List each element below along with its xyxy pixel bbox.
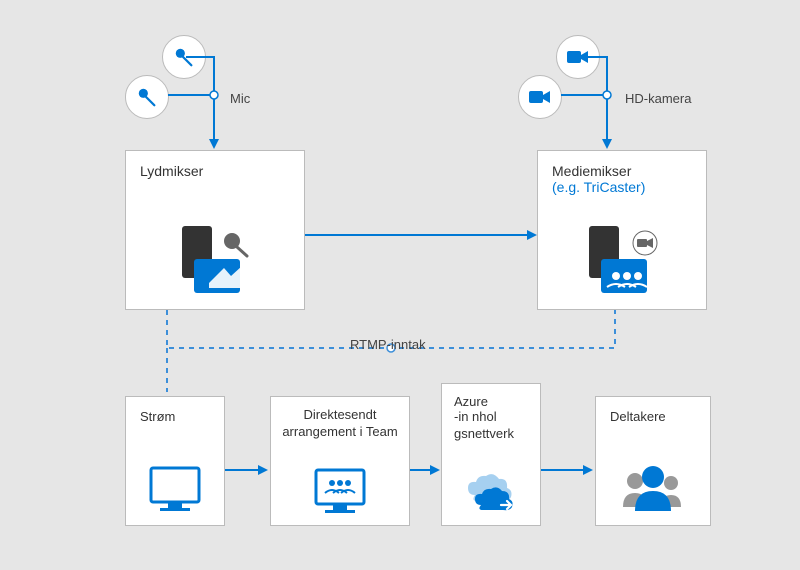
stream-icon <box>140 424 210 513</box>
arrow-audio-to-media <box>305 230 540 240</box>
audio-mixer-icon <box>140 179 290 297</box>
live-event-node: Direktesendt arrangement i Team <box>270 396 410 526</box>
rtmp-label: RTMP-inntak <box>350 337 426 352</box>
azure-title: Azure <box>454 394 528 409</box>
stream-node: Strøm <box>125 396 225 526</box>
hd-camera-label: HD-kamera <box>625 91 691 106</box>
media-mixer-node: Mediemikser (e.g. TriCaster) <box>537 150 707 310</box>
arrow-stream-to-live <box>225 465 270 475</box>
media-mixer-icon <box>552 195 692 297</box>
stream-title: Strøm <box>140 409 210 424</box>
live-event-title: Direktesendt arrangement i Team <box>277 407 403 441</box>
arrow-live-to-azure <box>410 465 442 475</box>
azure-node: Azure -in nhol gsnettverk <box>441 383 541 526</box>
arrow-mic-to-mixer <box>146 57 226 152</box>
audio-mixer-node: Lydmikser <box>125 150 305 310</box>
attendees-node: Deltakere <box>595 396 711 526</box>
media-mixer-subtitle: (e.g. TriCaster) <box>552 179 692 195</box>
audio-mixer-title: Lydmikser <box>140 163 290 179</box>
live-event-icon <box>277 441 403 515</box>
dashed-rtmp-line <box>167 310 617 400</box>
arrow-azure-to-attendees <box>541 465 596 475</box>
arrow-camera-to-mixer <box>539 57 619 152</box>
azure-icon <box>454 443 528 515</box>
mic-label: Mic <box>230 91 250 106</box>
attendees-title: Deltakere <box>610 409 696 424</box>
azure-subtitle: -in nhol gsnettverk <box>454 409 528 443</box>
attendees-icon <box>610 424 696 513</box>
media-mixer-title: Mediemikser <box>552 163 692 179</box>
